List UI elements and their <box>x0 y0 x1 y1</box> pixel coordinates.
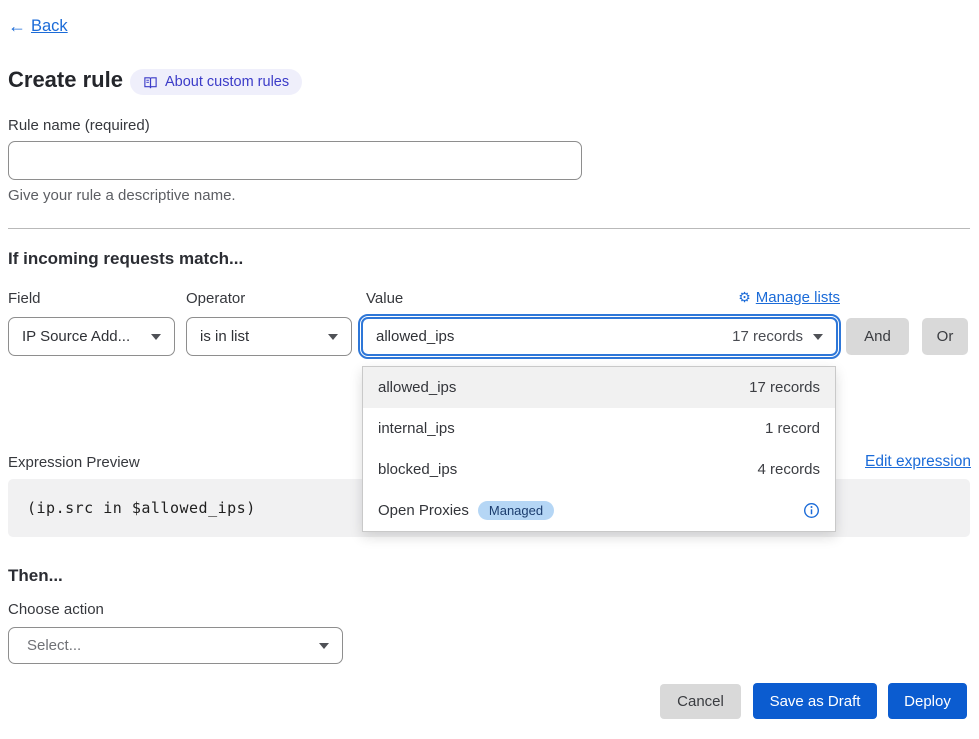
operator-select-value: is in list <box>200 328 318 345</box>
action-select-placeholder: Select... <box>27 637 309 654</box>
create-rule-page: ← Back Create rule About custom rules Rul… <box>0 0 979 739</box>
edit-expression-label: Edit expression <box>865 453 971 471</box>
list-option-record-count: 4 records <box>757 461 820 478</box>
chevron-down-icon <box>319 643 329 649</box>
book-icon <box>143 75 158 90</box>
value-label: Value <box>366 290 403 307</box>
deploy-button[interactable]: Deploy <box>888 683 967 719</box>
save-as-draft-button[interactable]: Save as Draft <box>753 683 877 719</box>
field-label: Field <box>8 290 41 307</box>
section-divider <box>8 228 970 229</box>
list-option-record-count: 1 record <box>765 420 820 437</box>
chevron-down-icon <box>328 334 338 340</box>
field-select-value: IP Source Add... <box>22 328 141 345</box>
action-select[interactable]: Select... <box>8 627 343 664</box>
list-option-open-proxies[interactable]: Open Proxies Managed <box>363 490 835 531</box>
value-select-record-count: 17 records <box>732 328 803 345</box>
rule-name-input[interactable] <box>8 141 582 180</box>
operator-label: Operator <box>186 290 245 307</box>
field-select[interactable]: IP Source Add... <box>8 317 175 356</box>
page-title: Create rule <box>8 67 123 93</box>
expression-code: (ip.src in $allowed_ips) <box>27 499 256 517</box>
or-button[interactable]: Or <box>922 318 968 355</box>
back-link[interactable]: ← Back <box>8 16 68 37</box>
back-label: Back <box>31 17 68 36</box>
list-option-name: blocked_ips <box>378 461 757 478</box>
list-option-record-count: 17 records <box>749 379 820 396</box>
operator-select[interactable]: is in list <box>186 317 352 356</box>
rule-name-helper-text: Give your rule a descriptive name. <box>8 187 236 204</box>
chevron-down-icon <box>813 334 823 340</box>
value-select[interactable]: allowed_ips 17 records <box>361 317 838 356</box>
back-arrow-icon: ← <box>8 16 26 37</box>
gear-icon: ⚙ <box>738 289 751 306</box>
then-section-heading: Then... <box>8 566 63 586</box>
edit-expression-link[interactable]: Edit expression <box>865 453 971 471</box>
about-badge-label: About custom rules <box>165 74 289 90</box>
list-option-name: internal_ips <box>378 420 765 437</box>
cancel-button[interactable]: Cancel <box>660 684 741 719</box>
and-button[interactable]: And <box>846 318 909 355</box>
manage-lists-label: Manage lists <box>756 289 840 306</box>
rule-name-label: Rule name (required) <box>8 117 150 134</box>
expression-preview-label: Expression Preview <box>8 454 140 471</box>
list-option-name: allowed_ips <box>378 379 749 396</box>
value-select-value: allowed_ips <box>376 328 720 345</box>
info-icon[interactable] <box>803 502 820 519</box>
manage-lists-link[interactable]: ⚙ Manage lists <box>738 289 840 306</box>
chevron-down-icon <box>151 334 161 340</box>
list-option-allowed-ips[interactable]: allowed_ips 17 records <box>363 367 835 408</box>
list-option-blocked-ips[interactable]: blocked_ips 4 records <box>363 449 835 490</box>
choose-action-label: Choose action <box>8 601 104 618</box>
match-section-heading: If incoming requests match... <box>8 249 243 269</box>
list-dropdown-panel: allowed_ips 17 records internal_ips 1 re… <box>362 366 836 532</box>
list-option-internal-ips[interactable]: internal_ips 1 record <box>363 408 835 449</box>
about-custom-rules-link[interactable]: About custom rules <box>130 69 302 95</box>
managed-badge: Managed <box>478 501 554 520</box>
list-option-name: Open Proxies <box>378 502 469 519</box>
